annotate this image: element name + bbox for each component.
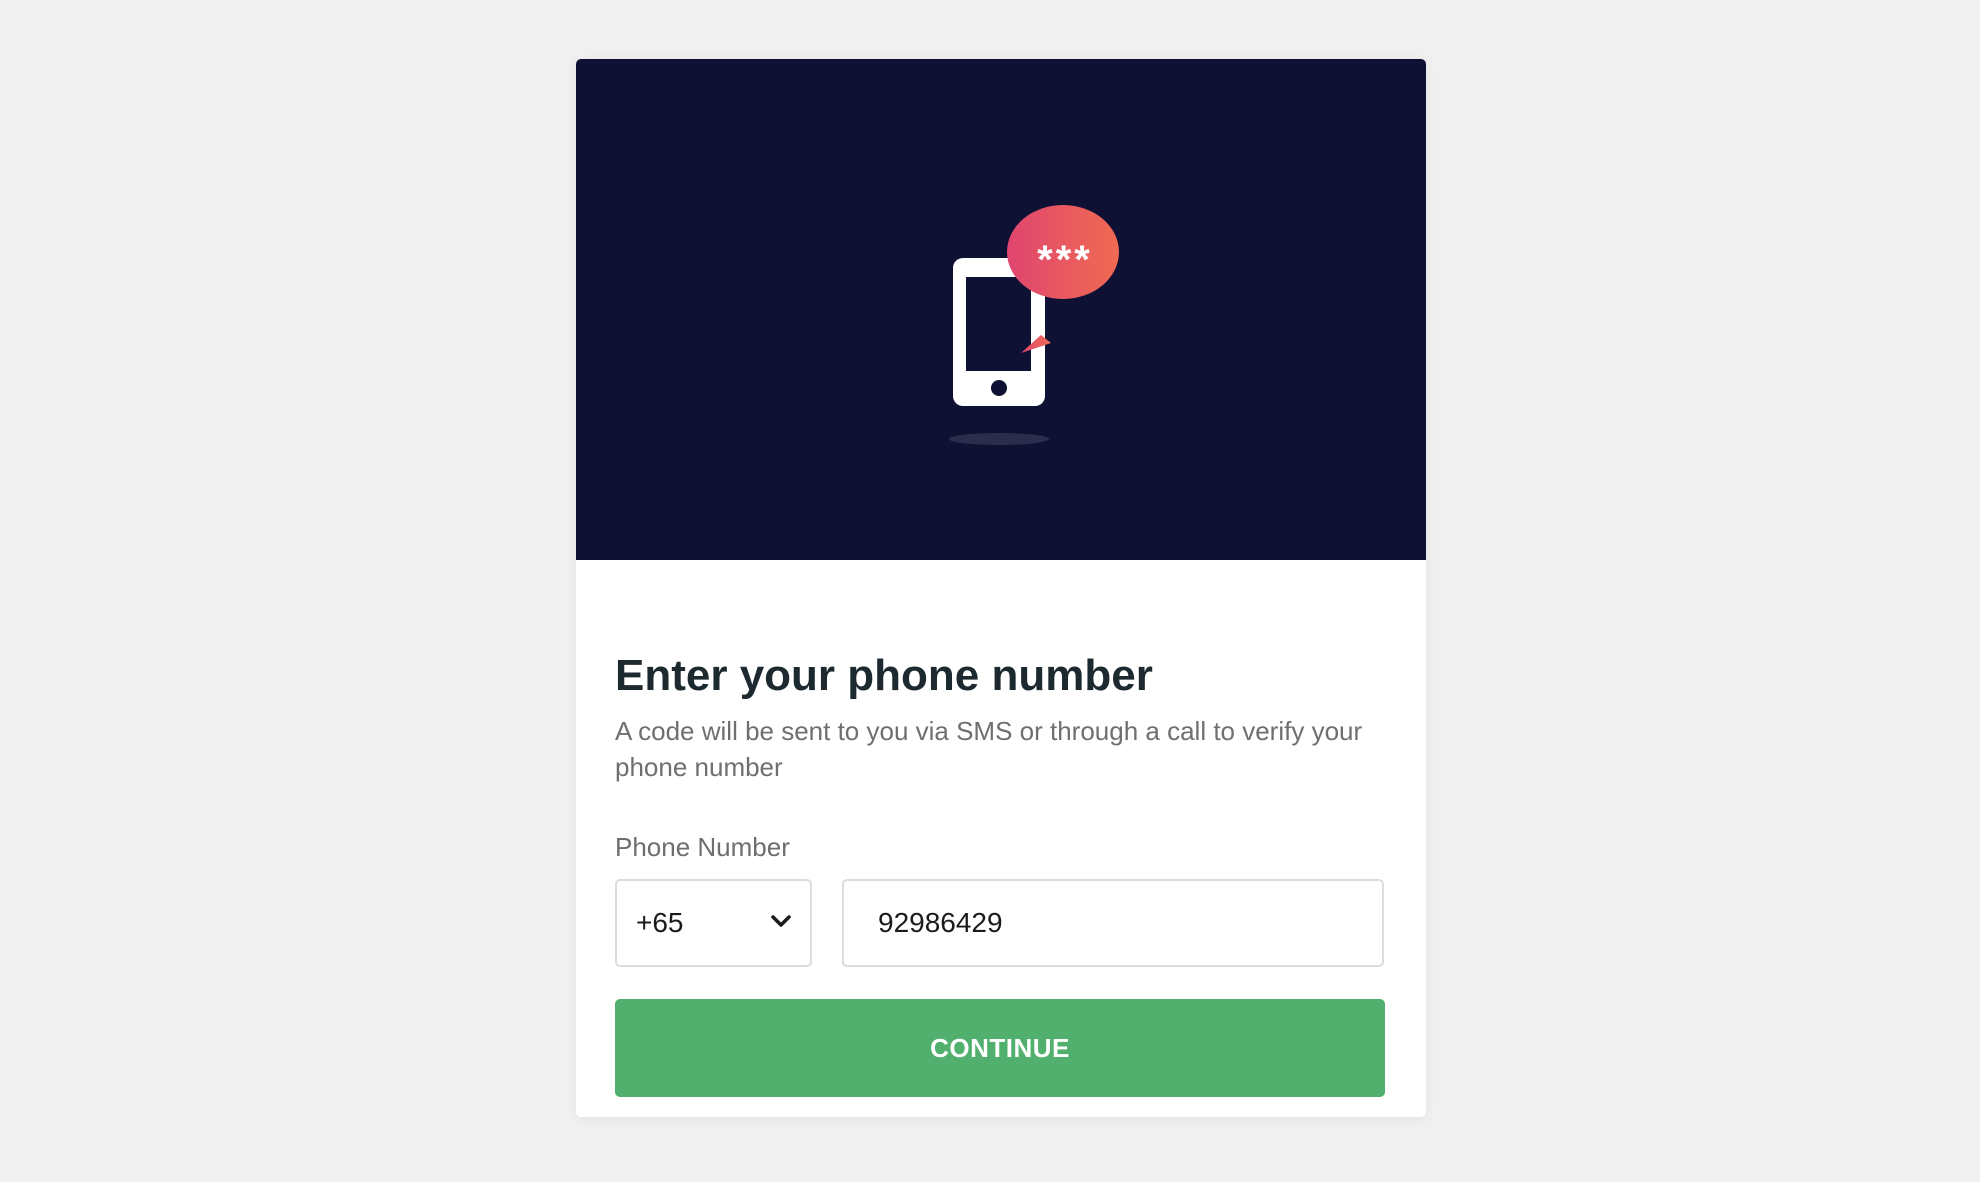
phone-number-input[interactable] xyxy=(842,879,1384,967)
continue-button[interactable]: CONTINUE xyxy=(615,999,1385,1097)
verification-card: *** Enter your phone number A code will … xyxy=(576,59,1426,1117)
phone-shadow xyxy=(949,433,1049,445)
country-code-value: +65 xyxy=(636,907,684,938)
hero-banner: *** xyxy=(576,59,1426,560)
bubble-text: *** xyxy=(1037,238,1093,282)
page-subtitle: A code will be sent to you via SMS or th… xyxy=(615,716,1363,782)
chevron-down-icon xyxy=(771,915,791,927)
country-code-select[interactable]: +65 xyxy=(615,879,812,967)
phone-sms-illustration: *** xyxy=(949,205,1119,445)
phone-number-label: Phone Number xyxy=(615,832,790,862)
page-title: Enter your phone number xyxy=(615,651,1153,700)
